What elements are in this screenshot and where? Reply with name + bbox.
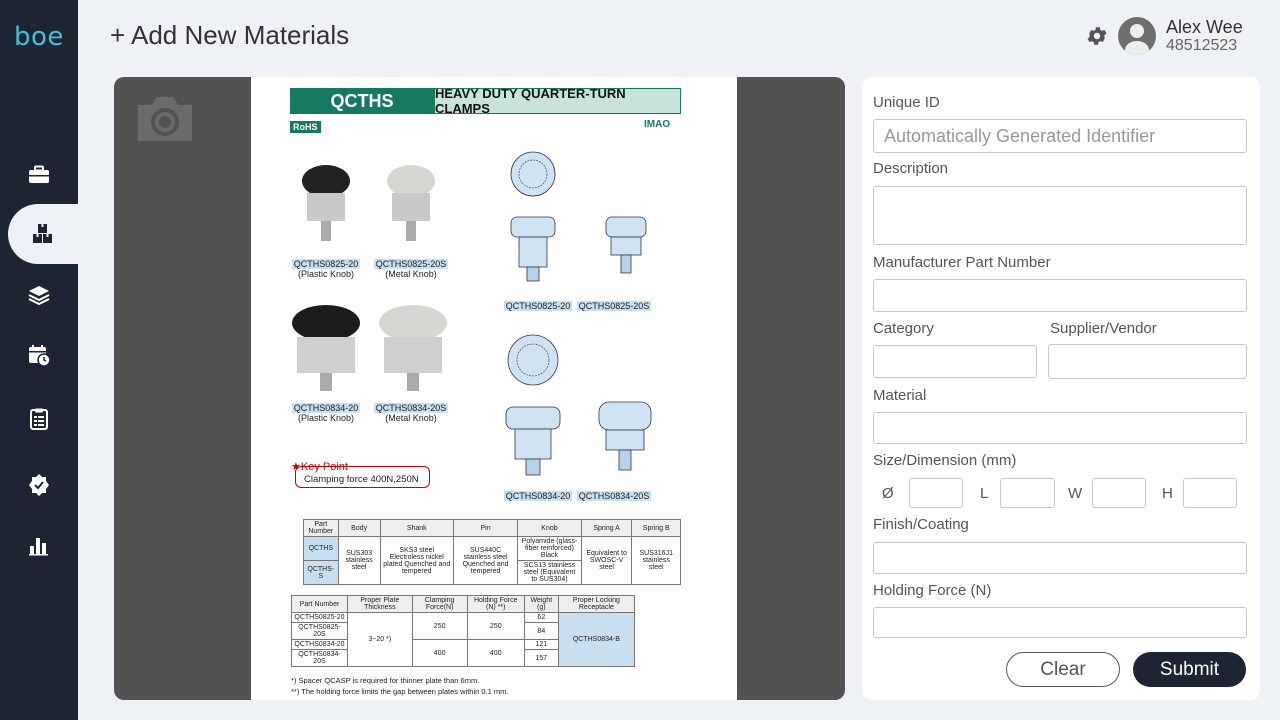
- clipboard-list-icon: [30, 408, 48, 430]
- page-title: + Add New Materials: [110, 20, 350, 50]
- datasheet-image: QCTHS HEAVY DUTY QUARTER-TURN CLAMPS RoH…: [251, 77, 737, 700]
- supplier-label: Supplier/Vendor: [1050, 320, 1157, 337]
- user-icon: [1125, 24, 1149, 55]
- sidebar-item-materials[interactable]: [8, 204, 88, 264]
- product-caption: QCTHS0834-20S (Metal Knob): [373, 403, 449, 423]
- datasheet-heading: HEAVY DUTY QUARTER-TURN CLAMPS: [434, 86, 681, 116]
- rohs-badge: RoHS: [290, 121, 321, 133]
- gear-icon[interactable]: [1085, 24, 1109, 48]
- briefcase-icon: [29, 165, 49, 183]
- size-label: Size/Dimension (mm): [873, 452, 1017, 469]
- material-image-panel[interactable]: QCTHS HEAVY DUTY QUARTER-TURN CLAMPS RoH…: [114, 77, 845, 700]
- material-table: Part Number Body Shank Pin Knob Spring A…: [303, 519, 681, 585]
- technical-drawing-0825: [510, 151, 647, 282]
- holding-force-field[interactable]: [873, 607, 1247, 638]
- sidebar-item-schedule[interactable]: [0, 325, 78, 385]
- boxes-icon: [33, 224, 52, 243]
- supplier-field[interactable]: [1048, 344, 1247, 379]
- finish-label: Finish/Coating: [873, 516, 969, 533]
- user-name: Alex Wee: [1166, 17, 1243, 37]
- description-label: Description: [873, 160, 949, 177]
- bar-chart-icon: [29, 538, 48, 556]
- app-logo[interactable]: boe: [14, 22, 64, 52]
- clear-button[interactable]: Clear: [1006, 652, 1120, 687]
- diameter-field[interactable]: [909, 478, 963, 508]
- sidebar-item-layers[interactable]: [0, 265, 78, 325]
- sidebar-item-reports[interactable]: [0, 516, 78, 576]
- product-photo-plastic-large: [292, 305, 360, 391]
- camera-icon[interactable]: [134, 93, 196, 145]
- spec-table: Part Number Proper Plate Thickness Clamp…: [291, 595, 636, 667]
- datasheet-code: QCTHS: [290, 88, 434, 114]
- product-photo-metal-large: [379, 305, 447, 391]
- finish-field[interactable]: [873, 542, 1247, 574]
- user-id: 48512523: [1166, 37, 1238, 54]
- height-field[interactable]: [1183, 478, 1237, 508]
- drawing-caption: QCTHS0834-20S: [576, 491, 652, 501]
- description-field[interactable]: [873, 186, 1247, 245]
- footnote: **) The holding force limits the gap bet…: [291, 687, 509, 696]
- width-field[interactable]: [1092, 478, 1146, 508]
- avatar[interactable]: [1118, 17, 1156, 55]
- badge-check-icon: [29, 474, 49, 496]
- sidebar-item-quality[interactable]: [0, 455, 78, 515]
- material-label: Material: [873, 387, 927, 404]
- mpn-label: Manufacturer Part Number: [873, 254, 1051, 271]
- footnote: *) Spacer QCASP is required for thinner …: [291, 676, 480, 685]
- product-photo-plastic-small: [302, 165, 350, 241]
- drawing-caption: QCTHS0825-20: [503, 301, 573, 311]
- product-caption: QCTHS0834-20 (Plastic Knob): [291, 403, 361, 423]
- mpn-field[interactable]: [873, 279, 1247, 312]
- sidebar-item-projects[interactable]: [0, 145, 78, 205]
- category-field[interactable]: [873, 345, 1037, 378]
- drawing-caption: QCTHS0834-20: [503, 491, 573, 501]
- category-label: Category: [873, 320, 934, 337]
- product-caption: QCTHS0825-20 (Plastic Knob): [291, 259, 361, 279]
- key-point-text: Clamping force 400N,250N: [295, 466, 430, 488]
- length-field[interactable]: [1000, 478, 1055, 508]
- submit-button[interactable]: Submit: [1133, 652, 1246, 687]
- product-caption: QCTHS0825-20S (Metal Knob): [373, 259, 449, 279]
- product-photo-metal-small: [387, 165, 435, 241]
- width-label: W: [1068, 485, 1083, 502]
- calendar-clock-icon: [29, 345, 51, 367]
- sidebar: boe: [0, 0, 88, 720]
- brand-logo: IMAO: [644, 119, 671, 130]
- layers-icon: [28, 286, 50, 306]
- unique-id-label: Unique ID: [873, 94, 940, 111]
- unique-id-field[interactable]: [873, 119, 1247, 153]
- material-field[interactable]: [873, 412, 1247, 444]
- drawing-caption: QCTHS0825-20S: [576, 301, 652, 311]
- sidebar-item-checklist[interactable]: [0, 389, 78, 449]
- diameter-label: Ø: [882, 485, 894, 502]
- height-label: H: [1162, 485, 1173, 502]
- length-label: L: [980, 485, 989, 502]
- holding-force-label: Holding Force (N): [873, 582, 992, 599]
- technical-drawing-0834: [505, 334, 652, 476]
